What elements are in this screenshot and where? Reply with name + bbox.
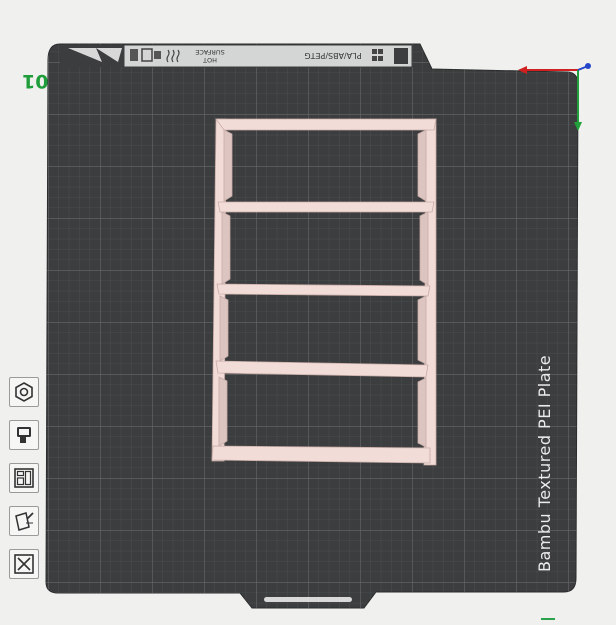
plate-name: Bambu Textured PEI Plate (535, 355, 554, 572)
x-box-icon (14, 554, 34, 574)
3d-viewport[interactable]: HOT SURFACE PLA/ABS/PETG Bambu Textured … (0, 0, 616, 625)
arrange-icon (14, 468, 34, 488)
paint-bucket-icon (17, 427, 31, 443)
seam-paint-tool[interactable] (9, 506, 39, 536)
plate-number: 01 (22, 70, 49, 92)
orient-tool[interactable] (9, 377, 39, 407)
arrange-tool[interactable] (9, 463, 39, 493)
support-paint-tool[interactable] (9, 420, 39, 450)
plate-handle (264, 597, 352, 602)
seam-brush-icon (15, 512, 34, 531)
hexagon-icon (15, 382, 33, 402)
plate-top-tab: HOT SURFACE PLA/ABS/PETG (60, 44, 413, 68)
plate-surface-line1: HOT (203, 56, 217, 64)
plate-surface-line2: SURFACE (195, 48, 225, 56)
plate-materials-label: PLA/ABS/PETG (304, 51, 361, 60)
cut-tool[interactable] (9, 549, 39, 579)
left-toolbar (9, 377, 43, 592)
bottom-indicator (541, 618, 555, 620)
